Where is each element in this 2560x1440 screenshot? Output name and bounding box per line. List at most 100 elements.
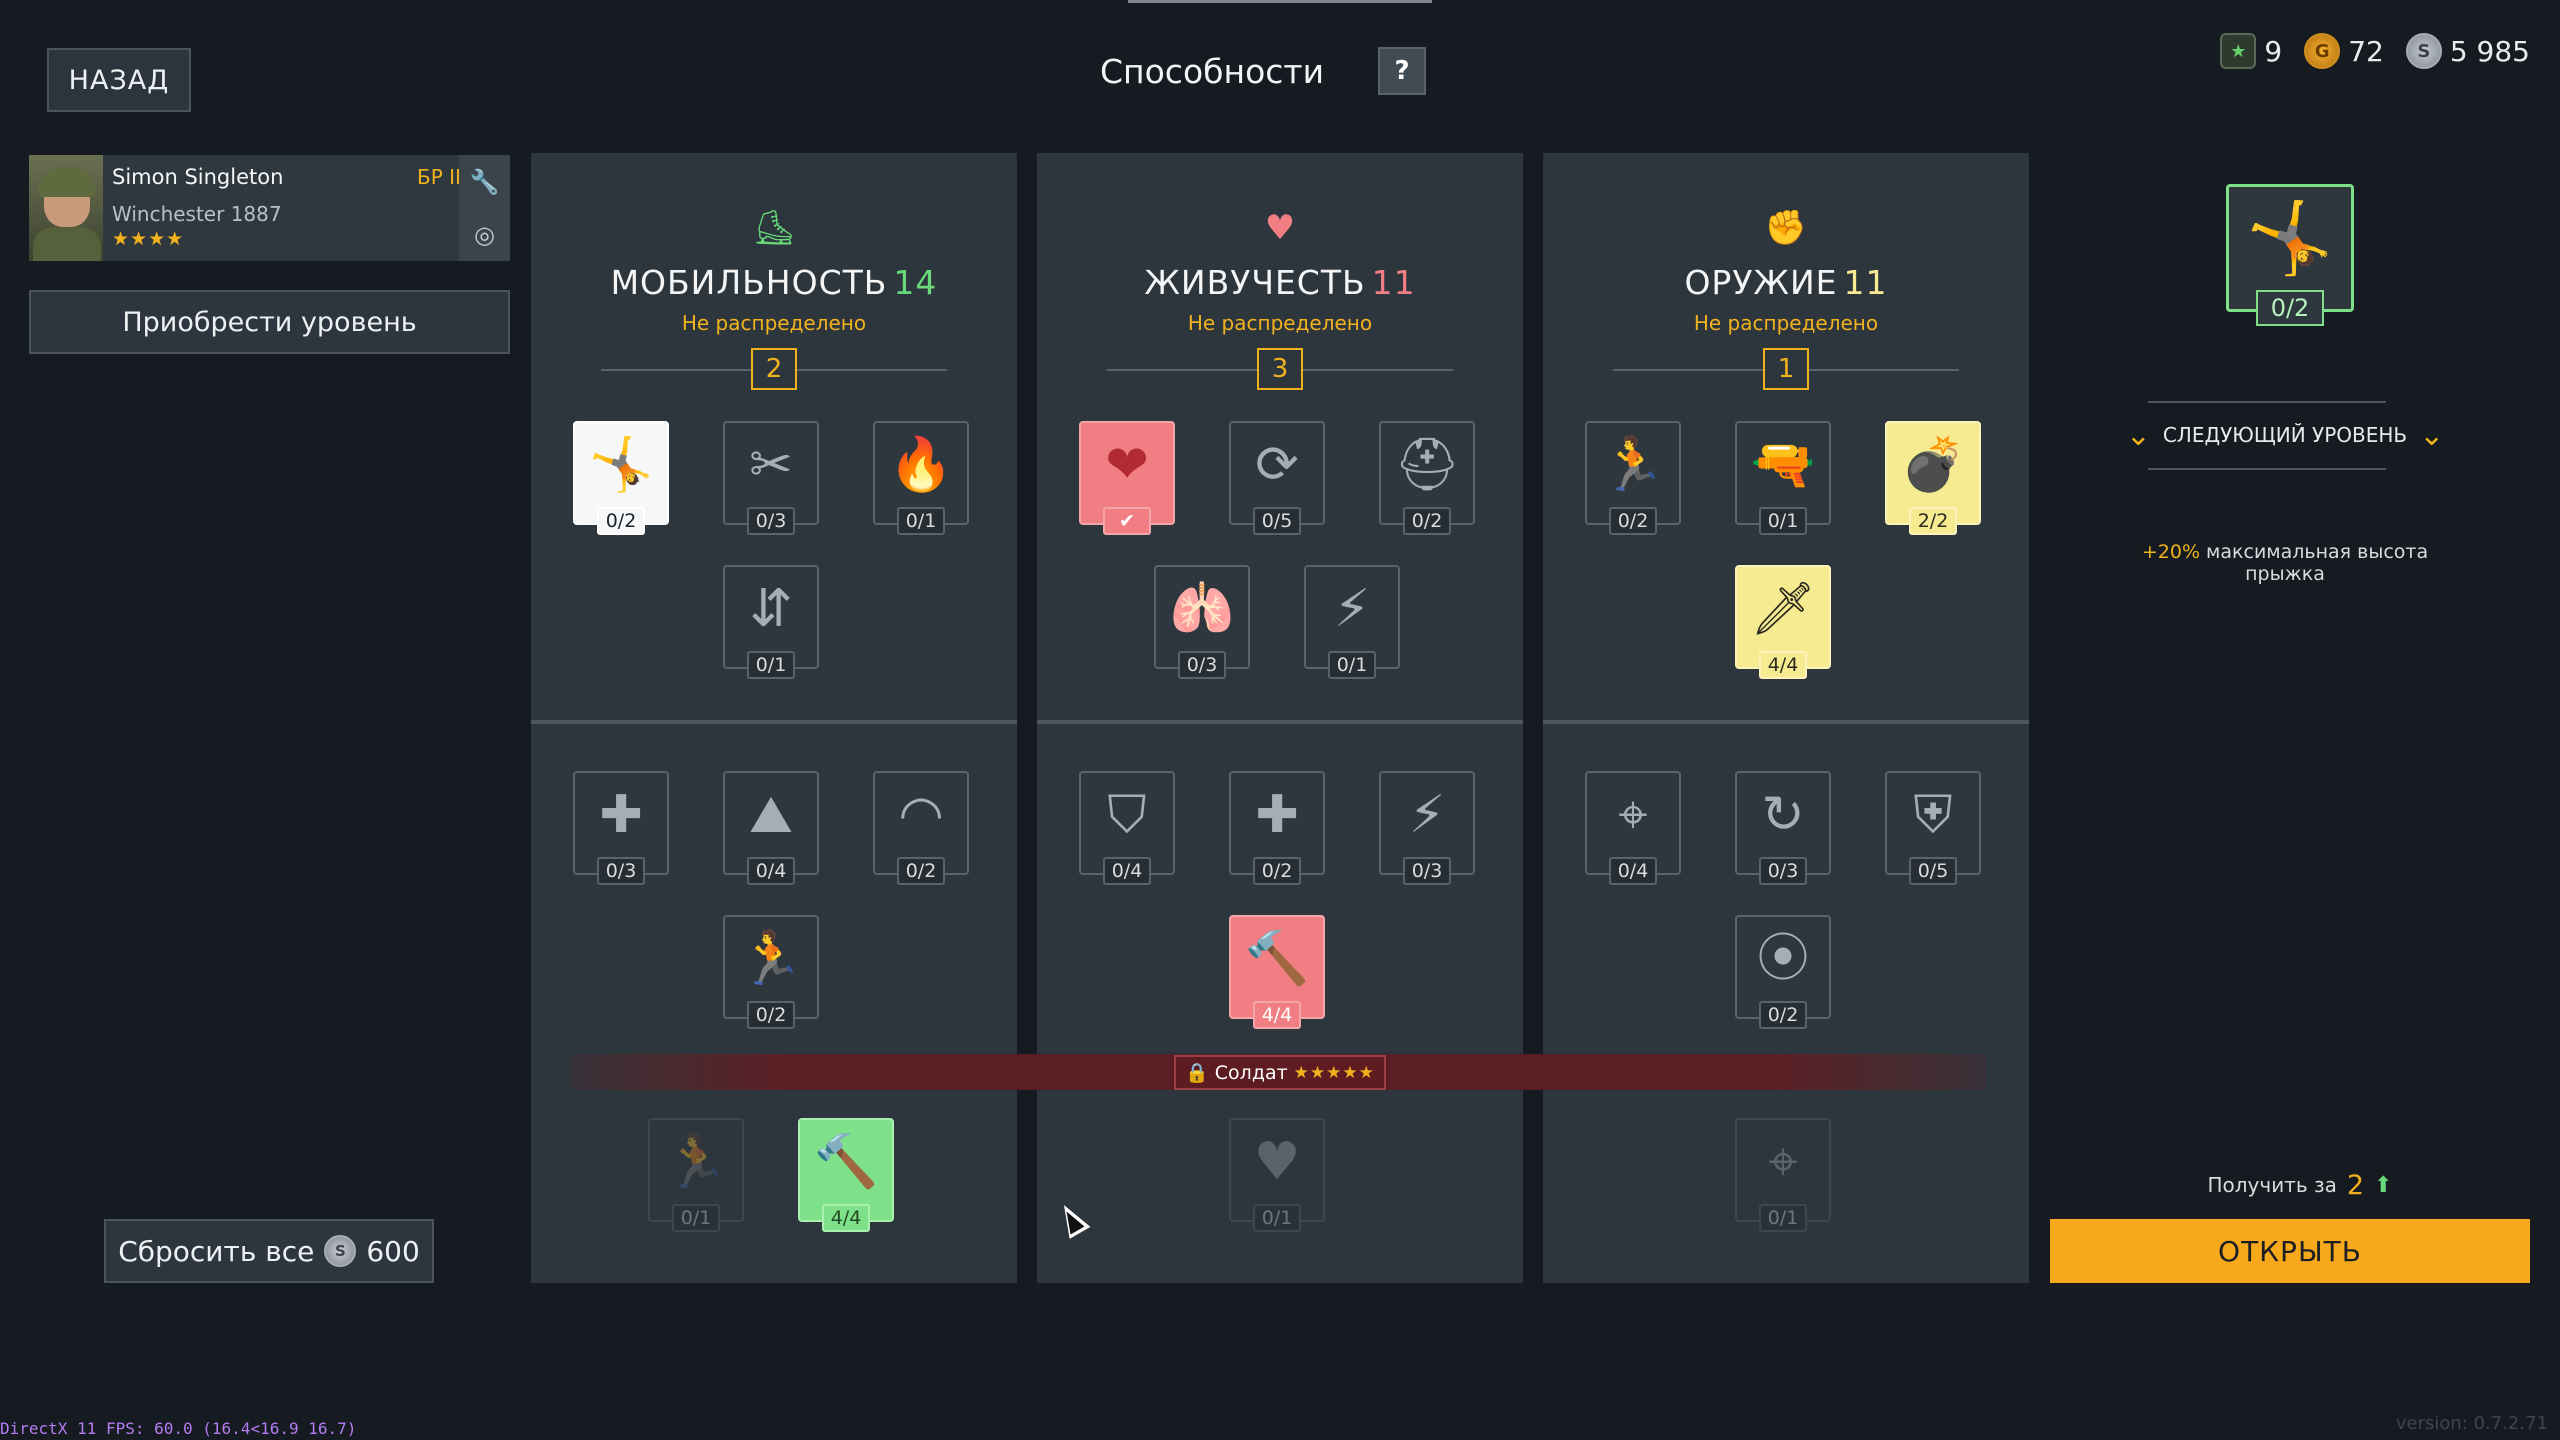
open-button[interactable]: ОТКРЫТЬ xyxy=(2050,1219,2530,1283)
ability-count: 0/1 xyxy=(1328,651,1376,679)
tier-divider xyxy=(531,720,1017,724)
lock-icon: 🔒 xyxy=(1185,1062,1209,1084)
ability-tile-steady-aim[interactable]: ⌖ 0/1 xyxy=(1735,1118,1831,1232)
lock-rank-name: Солдат xyxy=(1214,1061,1288,1084)
ability-tile-aim-focus[interactable]: ⌖ 0/4 xyxy=(1585,771,1681,885)
ability-tile-health[interactable]: ❤ ✔ xyxy=(1079,421,1175,535)
effect-description: +20% максимальная высота прыжка xyxy=(2100,541,2470,585)
wrench-icon[interactable]: 🔧 xyxy=(470,168,500,196)
currency-stars: ★ 9 xyxy=(2220,33,2282,69)
weapon-fist-icon: ✊ xyxy=(1764,208,1808,248)
ability-count: 0/2 xyxy=(747,1001,795,1029)
ability-tile-stamina-regen[interactable]: ⚡ 0/1 xyxy=(1304,565,1400,679)
ability-tile-build-speed[interactable]: 🔨 4/4 xyxy=(798,1118,894,1232)
next-level-header: ⌄ СЛЕДУЮЩИЙ УРОВЕНЬ ⌄ xyxy=(2110,417,2460,453)
ability-tile-sprint-heal[interactable]: ✚ 0/3 xyxy=(573,771,669,885)
ability-tile-parachute[interactable]: ◠ 0/2 xyxy=(873,771,969,885)
ability-tile-stamina-boost[interactable]: ⚡ 0/3 xyxy=(1379,771,1475,885)
ability-count: 0/2 xyxy=(1403,507,1451,535)
ability-tile-grenade-throw[interactable]: 💣 2/2 xyxy=(1885,421,1981,535)
column-title: ЖИВУЧЕСТЬ 11 xyxy=(1037,263,1523,302)
ability-tile-run-speed[interactable]: 🏃 0/2 xyxy=(723,915,819,1029)
ability-tile-medic-shield[interactable]: ⛨ 0/5 xyxy=(1885,771,1981,885)
ability-count: 0/1 xyxy=(897,507,945,535)
ability-count: 0/1 xyxy=(1253,1204,1301,1232)
ability-tile-armor-shield[interactable]: ⛉ 0/4 xyxy=(1079,771,1175,885)
effect-accent: +20% xyxy=(2141,541,2201,563)
unassigned-points: 2 xyxy=(751,348,797,390)
ability-count: 0/1 xyxy=(672,1204,720,1232)
ability-tile-ammo-capacity[interactable]: ⦿ 0/2 xyxy=(1735,915,1831,1029)
ability-count: 2/2 xyxy=(1909,507,1957,535)
star-token-icon: ★ xyxy=(2220,33,2257,69)
soldier-avatar xyxy=(29,155,103,261)
ability-tile-crouch-stance[interactable]: ⇵ 0/1 xyxy=(723,565,819,679)
silver-coin-icon: S xyxy=(324,1235,357,1267)
ability-count: 4/4 xyxy=(1253,1001,1301,1029)
ability-count: 0/3 xyxy=(747,507,795,535)
ability-count: 4/4 xyxy=(1759,651,1807,679)
ability-tile-max-health[interactable]: ♥ 0/1 xyxy=(1229,1118,1325,1232)
ability-tile-lungs[interactable]: 🫁 0/3 xyxy=(1154,565,1250,679)
ability-tile-knife[interactable]: 🗡 4/4 xyxy=(1735,565,1831,679)
lock-rank-stars: ★★★★★ xyxy=(1293,1062,1375,1083)
ability-count: 0/3 xyxy=(597,857,645,885)
currency-stars-value: 9 xyxy=(2264,34,2283,68)
ability-count: 0/2 xyxy=(897,857,945,885)
help-button[interactable]: ? xyxy=(1378,47,1426,95)
currency-bar: ★ 9 G 72 S 5 985 xyxy=(2220,30,2530,72)
buy-level-button[interactable]: Приобрести уровень xyxy=(29,290,510,354)
back-button[interactable]: НАЗАД xyxy=(47,48,191,112)
card-side-actions: 🔧 ◎ xyxy=(459,155,510,261)
ability-tile-fire-resistance[interactable]: 🔥 0/1 xyxy=(873,421,969,535)
ability-count: 0/4 xyxy=(1103,857,1151,885)
soldier-stars: ★★★★ xyxy=(112,228,185,250)
weapon-column: ✊ ОРУЖИЕ 11 Не распределено 1 🏃 0/2 🔫 0/1 💣 2/2 🗡 4/… xyxy=(1543,153,2029,1283)
soldier-card[interactable]: Simon Singleton Winchester 1887 ★★★★ БР … xyxy=(29,155,510,261)
medal-icon[interactable]: ◎ xyxy=(474,221,495,249)
cost-label: Получить за xyxy=(2207,1173,2337,1197)
ability-count: 0/3 xyxy=(1178,651,1226,679)
ability-tile-helmet[interactable]: ⛑ 0/2 xyxy=(1379,421,1475,535)
ability-tile-heart-regen[interactable]: ⟳ 0/5 xyxy=(1229,421,1325,535)
unassigned-label: Не распределено xyxy=(1187,311,1373,335)
column-level: 11 xyxy=(1843,263,1888,302)
currency-gold: G 72 xyxy=(2304,33,2384,69)
ability-tile-jump-height[interactable]: 🤸 0/2 xyxy=(573,421,669,535)
ability-tile-repair-kit[interactable]: 🔨 4/4 xyxy=(1229,915,1325,1029)
ability-tile-climb[interactable]: ⛰ 0/4 xyxy=(723,771,819,885)
vitality-column: ♥ ЖИВУЧЕСТЬ 11 Не распределено 3 ❤ ✔ ⟳ 0/5 ⛑ 0/2 🫁 0… xyxy=(1037,153,1523,1283)
mobility-point-icon: ⬆ xyxy=(2374,1172,2393,1198)
ability-tile-sprint-speed[interactable]: 🏃 0/1 xyxy=(648,1118,744,1232)
column-level: 14 xyxy=(893,263,938,302)
top-indicator-line xyxy=(1128,0,1432,3)
page-title: Способности xyxy=(1100,52,1325,91)
ability-count: 0/2 xyxy=(597,507,645,535)
unassigned-points: 3 xyxy=(1257,348,1303,390)
column-title: МОБИЛЬНОСТЬ 14 xyxy=(531,263,1017,302)
unassigned-points: 1 xyxy=(1763,348,1809,390)
ability-tile-crawl-barbed-wire[interactable]: ✂ 0/3 xyxy=(723,421,819,535)
ability-count: 0/4 xyxy=(747,857,795,885)
ability-tile-weapon-swap[interactable]: 🏃 0/2 xyxy=(1585,421,1681,535)
ability-count: 0/1 xyxy=(1759,507,1807,535)
ability-tile-heal-boost[interactable]: ✚ 0/2 xyxy=(1229,771,1325,885)
reset-all-cost: 600 xyxy=(366,1234,420,1268)
reset-all-button[interactable]: Сбросить все S 600 xyxy=(104,1219,434,1283)
ability-count: 0/5 xyxy=(1253,507,1301,535)
soldier-rank: БР II xyxy=(417,165,461,189)
chevron-down-icon: ⌄ xyxy=(2419,417,2445,453)
ability-tile-reload[interactable]: ↻ 0/3 xyxy=(1735,771,1831,885)
ability-count: 0/1 xyxy=(747,651,795,679)
column-title-text: ОРУЖИЕ xyxy=(1684,263,1838,302)
currency-silver: S 5 985 xyxy=(2405,33,2530,69)
mobility-column: ⛸ МОБИЛЬНОСТЬ 14 Не распределено 2 🤸 0/2 ✂ 0/3 🔥 0… xyxy=(531,153,1017,1283)
cost-value: 2 xyxy=(2346,1169,2365,1201)
ability-tile-pistol[interactable]: 🔫 0/1 xyxy=(1735,421,1831,535)
ability-count: 0/4 xyxy=(1609,857,1657,885)
unassigned-label: Не распределено xyxy=(1693,311,1879,335)
version-label: version: 0.7.2.71 xyxy=(2395,1413,2548,1434)
ability-count: 4/4 xyxy=(822,1204,870,1232)
column-level: 11 xyxy=(1371,263,1416,302)
divider xyxy=(2148,401,2386,403)
